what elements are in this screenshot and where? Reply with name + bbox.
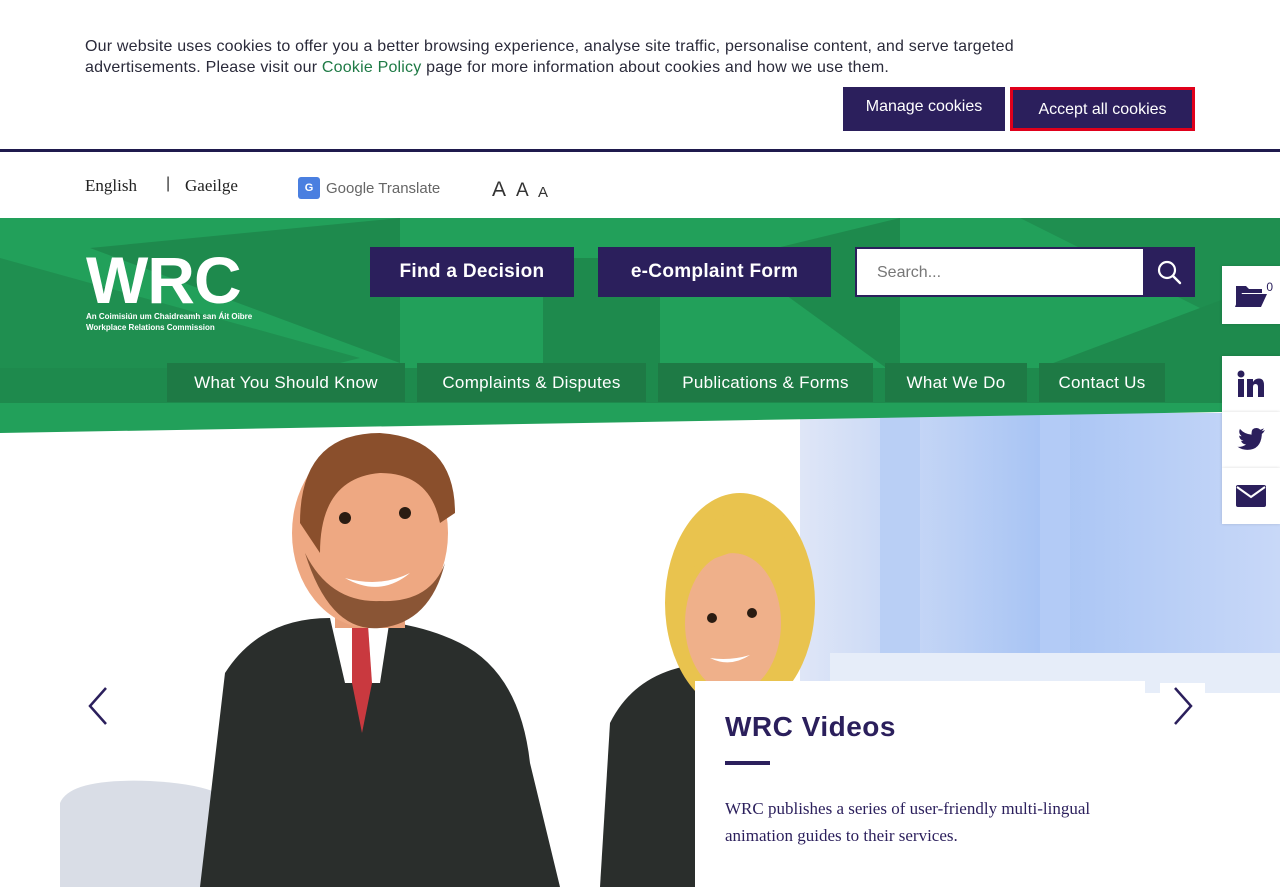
linkedin-icon — [1237, 370, 1264, 397]
saved-items-count: 0 — [1266, 280, 1273, 294]
logo-english-name: Workplace Relations Commission — [86, 323, 215, 332]
font-size-medium-button[interactable]: A — [516, 180, 529, 202]
logo-wordmark: WRC — [86, 243, 242, 317]
font-size-small-button[interactable]: A — [538, 184, 548, 201]
hero-title[interactable]: WRC Videos — [725, 711, 1115, 743]
twitter-share-button[interactable] — [1222, 412, 1280, 468]
google-translate-label: Google Translate — [326, 179, 441, 197]
nav-what-you-should-know[interactable]: What You Should Know — [167, 363, 405, 402]
folder-open-icon — [1235, 286, 1267, 307]
ecomplaint-form-button[interactable]: e-Complaint Form — [598, 247, 831, 297]
search-box — [855, 247, 1195, 297]
title-underline — [725, 761, 770, 765]
font-size-large-button[interactable]: A — [492, 178, 506, 202]
language-separator: | — [166, 175, 171, 192]
manage-cookies-button[interactable]: Manage cookies — [843, 87, 1005, 131]
utility-bar: English | Gaeilge G Google Translate A A… — [0, 155, 1280, 218]
google-translate-icon: G — [298, 177, 320, 199]
logo-irish-name: An Coimisiún um Chaidreamh san Áit Oibre — [86, 312, 253, 321]
saved-items-button[interactable]: 0 — [1222, 266, 1280, 324]
cookie-banner: Our website uses cookies to offer you a … — [0, 0, 1280, 152]
hero-card: WRC Videos WRC publishes a series of use… — [695, 681, 1145, 887]
search-button[interactable] — [1143, 247, 1195, 297]
carousel-next-button[interactable] — [1160, 683, 1205, 728]
google-translate-button[interactable]: G Google Translate — [298, 177, 440, 199]
find-decision-button[interactable]: Find a Decision — [370, 247, 574, 297]
hero-description: WRC publishes a series of user-friendly … — [725, 799, 1091, 845]
nav-what-we-do[interactable]: What We Do — [885, 363, 1027, 402]
chevron-right-icon — [1173, 686, 1193, 725]
carousel-prev-button[interactable] — [75, 683, 120, 728]
email-share-button[interactable] — [1222, 468, 1280, 524]
linkedin-share-button[interactable] — [1222, 356, 1280, 412]
twitter-icon — [1237, 428, 1265, 450]
language-irish-link[interactable]: Gaeilge — [185, 176, 238, 196]
nav-publications-forms[interactable]: Publications & Forms — [658, 363, 873, 402]
nav-contact-us[interactable]: Contact Us — [1039, 363, 1165, 402]
nav-complaints-disputes[interactable]: Complaints & Disputes — [417, 363, 646, 402]
cookie-message: Our website uses cookies to offer you a … — [85, 36, 1115, 78]
search-icon — [1157, 260, 1182, 285]
chevron-left-icon — [87, 686, 107, 725]
cookie-text-end: page for more information about cookies … — [421, 59, 890, 76]
wrc-logo[interactable]: WRC An Coimisiún um Chaidreamh san Áit O… — [86, 243, 253, 332]
search-input[interactable] — [877, 261, 1127, 285]
cookie-policy-link[interactable]: Cookie Policy — [322, 59, 422, 76]
accept-all-cookies-button[interactable]: Accept all cookies — [1010, 87, 1195, 131]
email-icon — [1236, 485, 1266, 507]
language-english-link[interactable]: English — [85, 176, 137, 196]
